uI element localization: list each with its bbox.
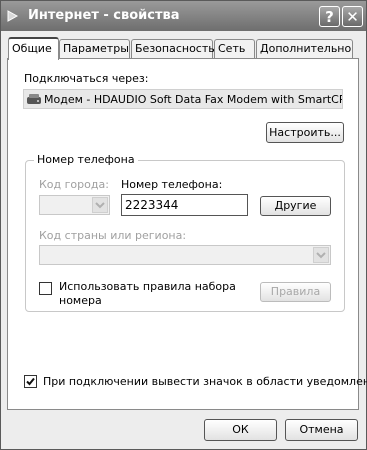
other-button[interactable]: Другие — [260, 196, 331, 216]
dialing-rules-checkbox[interactable] — [39, 282, 52, 295]
window-icon — [6, 9, 20, 23]
tab-network[interactable]: Сеть — [214, 39, 255, 58]
cancel-button[interactable]: Отмена — [285, 419, 358, 441]
tab-strip: Общие Параметры Безопасность Сеть Дополн… — [7, 37, 359, 60]
country-dropdown-button[interactable] — [313, 247, 329, 263]
dialog-window: Интернет - свойства ? ✕ Общие Параметры … — [0, 0, 367, 450]
dialing-rules-label-line1: Использовать правила набора — [59, 280, 236, 293]
device-name: Модем - HDAUDIO Soft Data Fax Modem with… — [44, 93, 343, 106]
close-button[interactable]: ✕ — [342, 6, 363, 27]
tab-panel: Подключаться через: Модем - HDAUDIO Soft… — [7, 58, 367, 410]
help-button[interactable]: ? — [319, 6, 340, 27]
configure-button[interactable]: Настроить... — [266, 122, 344, 143]
area-code-dropdown-button[interactable] — [92, 197, 108, 213]
window-title: Интернет - свойства — [28, 8, 180, 23]
title-bar[interactable]: Интернет - свойства ? ✕ — [1, 1, 366, 31]
dialing-rules-label-line2: номера — [59, 294, 102, 307]
phone-number-label: Номер телефона: — [121, 178, 223, 191]
notify-label: При подключении вывести значок в области… — [43, 375, 367, 388]
tab-parameters[interactable]: Параметры — [59, 39, 130, 58]
phone-number-input[interactable]: 2223344 — [121, 194, 248, 216]
rules-button[interactable]: Правила — [260, 282, 331, 302]
country-label: Код страны или региона: — [39, 229, 187, 242]
notify-checkbox[interactable] — [24, 375, 37, 388]
connect-via-label: Подключаться через: — [24, 72, 149, 85]
area-code-label: Код города: — [39, 178, 109, 191]
phone-number-group: Номер телефона Код города: Номер телефон… — [25, 153, 345, 312]
device-display: Модем - HDAUDIO Soft Data Fax Modem with… — [23, 89, 343, 109]
chevron-down-icon — [93, 202, 107, 215]
modem-icon — [26, 92, 42, 107]
country-combo[interactable] — [39, 245, 331, 265]
tab-advanced[interactable]: Дополнительно — [256, 39, 353, 58]
chevron-down-icon — [314, 252, 328, 265]
tab-general[interactable]: Общие — [8, 37, 59, 60]
phone-group-title: Номер телефона — [34, 153, 138, 166]
area-code-combo[interactable] — [39, 195, 110, 215]
tab-security[interactable]: Безопасность — [131, 39, 215, 58]
checkmark-icon — [25, 377, 36, 390]
ok-button[interactable]: ОК — [204, 419, 277, 441]
